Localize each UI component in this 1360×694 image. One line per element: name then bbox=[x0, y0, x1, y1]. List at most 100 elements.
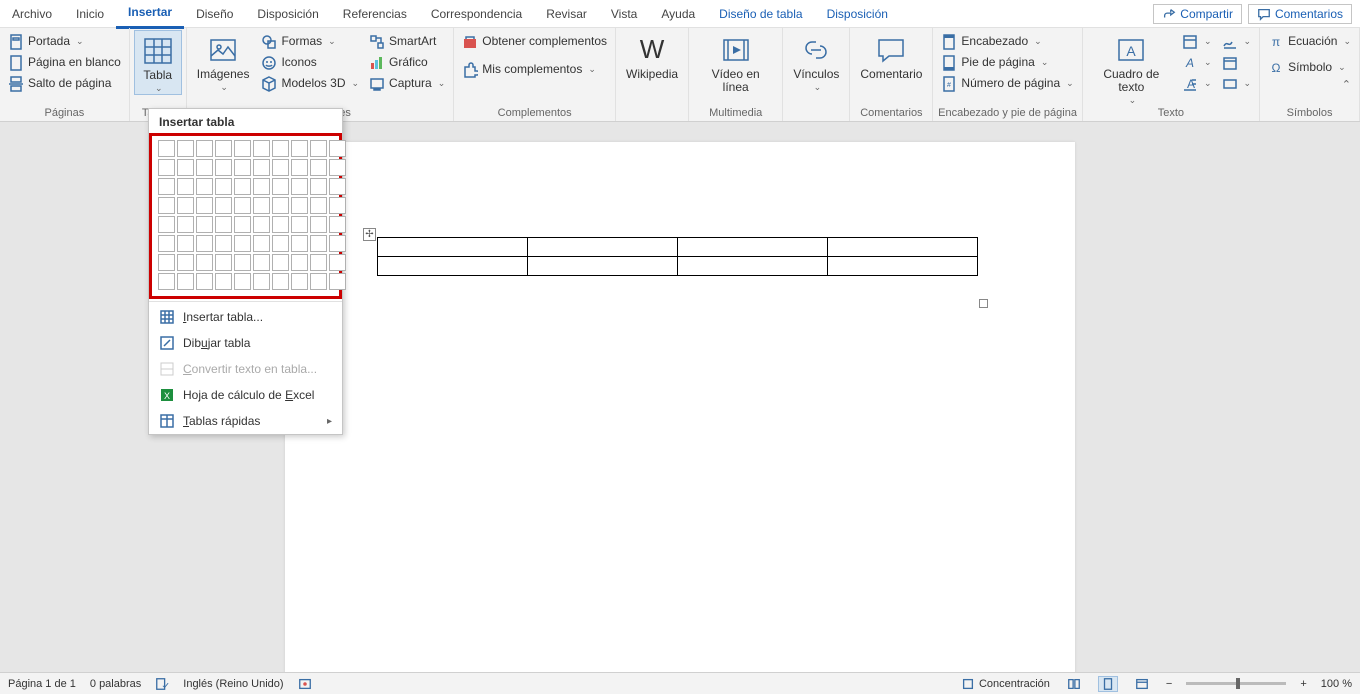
dropcap-button[interactable]: A⌄ bbox=[1178, 74, 1216, 94]
object-button[interactable]: ⌄ bbox=[1218, 74, 1256, 94]
grid-cell[interactable] bbox=[310, 273, 327, 290]
grid-cell[interactable] bbox=[272, 178, 289, 195]
grid-cell[interactable] bbox=[234, 140, 251, 157]
document-page[interactable]: ✢ bbox=[285, 142, 1075, 672]
tab-disposicion[interactable]: Disposición bbox=[245, 0, 330, 28]
view-read-button[interactable] bbox=[1064, 676, 1084, 692]
grid-cell[interactable] bbox=[253, 235, 270, 252]
captura-button[interactable]: Captura⌄ bbox=[365, 74, 449, 94]
datetime-button[interactable] bbox=[1218, 53, 1256, 73]
grid-cell[interactable] bbox=[196, 235, 213, 252]
grid-cell[interactable] bbox=[253, 159, 270, 176]
grid-cell[interactable] bbox=[272, 273, 289, 290]
grid-cell[interactable] bbox=[272, 254, 289, 271]
grid-cell[interactable] bbox=[196, 273, 213, 290]
grid-cell[interactable] bbox=[177, 140, 194, 157]
grid-cell[interactable] bbox=[253, 197, 270, 214]
grid-cell[interactable] bbox=[196, 140, 213, 157]
simbolo-button[interactable]: Ω Símbolo⌄ bbox=[1264, 58, 1355, 78]
formas-button[interactable]: Formas⌄ bbox=[257, 32, 363, 52]
mis-complementos-button[interactable]: Mis complementos⌄ bbox=[458, 60, 611, 80]
smartart-button[interactable]: SmartArt bbox=[365, 32, 449, 52]
tab-correspondencia[interactable]: Correspondencia bbox=[419, 0, 534, 28]
grid-cell[interactable] bbox=[272, 216, 289, 233]
grid-cell[interactable] bbox=[329, 254, 346, 271]
status-page[interactable]: Página 1 de 1 bbox=[8, 678, 76, 690]
grid-cell[interactable] bbox=[253, 273, 270, 290]
grid-cell[interactable] bbox=[272, 235, 289, 252]
grid-cell[interactable] bbox=[253, 178, 270, 195]
grid-cell[interactable] bbox=[215, 140, 232, 157]
status-words[interactable]: 0 palabras bbox=[90, 678, 141, 690]
ecuacion-button[interactable]: π Ecuación⌄ bbox=[1264, 32, 1355, 52]
status-macro[interactable] bbox=[298, 677, 312, 691]
pie-button[interactable]: Pie de página⌄ bbox=[937, 53, 1077, 73]
grid-cell[interactable] bbox=[177, 159, 194, 176]
grid-cell[interactable] bbox=[329, 159, 346, 176]
tab-insertar[interactable]: Insertar bbox=[116, 0, 184, 29]
grid-cell[interactable] bbox=[177, 235, 194, 252]
grid-cell[interactable] bbox=[177, 273, 194, 290]
grid-cell[interactable] bbox=[215, 216, 232, 233]
wikipedia-button[interactable]: W Wikipedia bbox=[620, 30, 684, 81]
tab-diseno-tabla[interactable]: Diseño de tabla bbox=[707, 0, 814, 28]
zoom-in-button[interactable]: + bbox=[1300, 678, 1306, 690]
encabezado-button[interactable]: Encabezado⌄ bbox=[937, 32, 1077, 52]
grid-cell[interactable] bbox=[196, 178, 213, 195]
grid-cell[interactable] bbox=[310, 140, 327, 157]
grid-cell[interactable] bbox=[291, 273, 308, 290]
status-spellcheck[interactable] bbox=[155, 677, 169, 691]
grid-cell[interactable] bbox=[158, 140, 175, 157]
grid-cell[interactable] bbox=[272, 197, 289, 214]
menu-dibujar-tabla[interactable]: Dibujar tabla bbox=[149, 330, 342, 356]
tab-vista[interactable]: Vista bbox=[599, 0, 649, 28]
grid-cell[interactable] bbox=[215, 235, 232, 252]
salto-pagina-button[interactable]: Salto de página bbox=[4, 74, 125, 94]
grid-cell[interactable] bbox=[291, 178, 308, 195]
zoom-level[interactable]: 100 % bbox=[1321, 678, 1352, 690]
iconos-button[interactable]: Iconos bbox=[257, 53, 363, 73]
grid-cell[interactable] bbox=[329, 197, 346, 214]
video-button[interactable]: Vídeo en línea bbox=[693, 30, 778, 94]
portada-button[interactable]: Portada⌄ bbox=[4, 32, 125, 52]
grid-cell[interactable] bbox=[177, 216, 194, 233]
table-row[interactable] bbox=[378, 238, 978, 257]
grid-cell[interactable] bbox=[253, 140, 270, 157]
cuadro-texto-button[interactable]: A Cuadro de texto⌄ bbox=[1087, 30, 1176, 106]
tab-ayuda[interactable]: Ayuda bbox=[649, 0, 707, 28]
status-focus[interactable]: Concentración bbox=[961, 677, 1050, 691]
grid-cell[interactable] bbox=[177, 254, 194, 271]
tab-inicio[interactable]: Inicio bbox=[64, 0, 116, 28]
tab-archivo[interactable]: Archivo bbox=[0, 0, 64, 28]
grid-cell[interactable] bbox=[215, 254, 232, 271]
document-table[interactable] bbox=[377, 237, 978, 276]
grid-cell[interactable] bbox=[234, 235, 251, 252]
grid-cell[interactable] bbox=[253, 216, 270, 233]
grid-cell[interactable] bbox=[329, 178, 346, 195]
grid-cell[interactable] bbox=[215, 178, 232, 195]
grid-cell[interactable] bbox=[329, 235, 346, 252]
signature-button[interactable]: ⌄ bbox=[1218, 32, 1256, 52]
grid-cell[interactable] bbox=[234, 159, 251, 176]
grid-cell[interactable] bbox=[196, 159, 213, 176]
grid-cell[interactable] bbox=[291, 235, 308, 252]
grid-cell[interactable] bbox=[253, 254, 270, 271]
table-resize-handle[interactable] bbox=[979, 299, 988, 308]
grid-cell[interactable] bbox=[329, 140, 346, 157]
pagina-blanco-button[interactable]: Página en blanco bbox=[4, 53, 125, 73]
table-move-handle[interactable]: ✢ bbox=[363, 228, 376, 241]
grafico-button[interactable]: Gráfico bbox=[365, 53, 449, 73]
table-grid-picker[interactable] bbox=[158, 140, 333, 290]
grid-cell[interactable] bbox=[310, 159, 327, 176]
view-web-button[interactable] bbox=[1132, 676, 1152, 692]
menu-insertar-tabla[interactable]: Insertar tabla... bbox=[149, 304, 342, 330]
grid-cell[interactable] bbox=[196, 254, 213, 271]
grid-cell[interactable] bbox=[329, 216, 346, 233]
grid-cell[interactable] bbox=[215, 159, 232, 176]
grid-cell[interactable] bbox=[158, 178, 175, 195]
grid-cell[interactable] bbox=[158, 273, 175, 290]
tabla-button[interactable]: Tabla⌄ bbox=[134, 30, 182, 95]
grid-cell[interactable] bbox=[177, 178, 194, 195]
grid-cell[interactable] bbox=[158, 254, 175, 271]
comentarios-button[interactable]: Comentarios bbox=[1248, 4, 1352, 24]
